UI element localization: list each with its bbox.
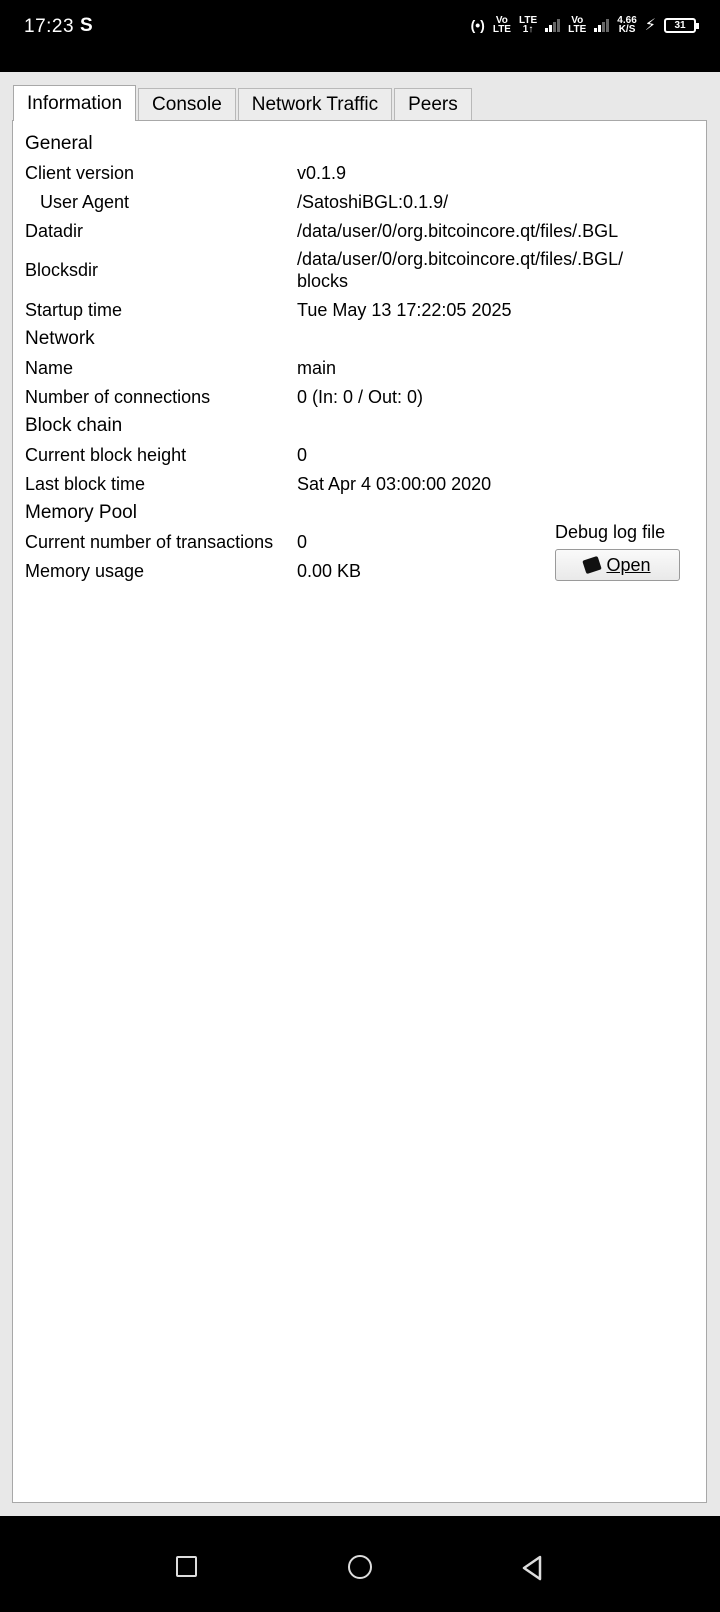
transactions-value: 0: [297, 532, 308, 552]
home-button[interactable]: [348, 1555, 372, 1579]
tab-console[interactable]: Console: [138, 88, 236, 120]
connections-value: 0 (In: 0 / Out: 0): [297, 387, 424, 407]
battery-icon: 31: [664, 17, 699, 33]
debug-window: Information Console Network Traffic Peer…: [0, 72, 720, 1516]
block-height-value: 0: [297, 445, 308, 465]
tab-network-traffic[interactable]: Network Traffic: [237, 88, 393, 120]
hotspot-icon: (•): [470, 16, 485, 33]
tab-bar: Information Console Network Traffic Peer…: [13, 85, 474, 121]
navigation-bar: [0, 1516, 720, 1612]
memory-usage-value: 0.00 KB: [297, 561, 362, 581]
tab-information[interactable]: Information: [13, 85, 137, 121]
charging-icon: ⚡: [644, 16, 656, 34]
volte-indicator-2: Vo LTE: [568, 15, 587, 35]
information-panel: General Client version v0.1.9 User Agent…: [12, 120, 707, 1503]
back-button[interactable]: [520, 1554, 544, 1582]
debug-log-label: Debug log file: [555, 522, 666, 542]
status-icons: (•) Vo LTE LTE 1↑ Vo LTE 4.66 K/S ⚡ 31: [470, 15, 699, 35]
tab-peers[interactable]: Peers: [394, 88, 472, 120]
network-name-value: main: [297, 358, 337, 378]
volte-indicator: Vo LTE: [492, 15, 511, 35]
notification-s-icon: S: [80, 15, 93, 36]
client-version-value: v0.1.9: [297, 163, 347, 183]
recents-button[interactable]: [176, 1556, 197, 1577]
open-debug-log-button[interactable]: Open: [555, 549, 680, 581]
network-speed: 4.66 K/S: [617, 15, 637, 35]
startup-time-value: Tue May 13 17:22:05 2025: [297, 300, 512, 320]
signal-icon: [545, 18, 561, 32]
datadir-value: /data/user/0/org.bitcoincore.qt/files/.B…: [297, 221, 619, 241]
status-bar: 17:23 S (•) Vo LTE LTE 1↑ Vo LTE 4.66 K/…: [0, 0, 720, 72]
lte-indicator: LTE 1↑: [518, 15, 538, 35]
folder-icon: [582, 555, 603, 575]
user-agent-value: /SatoshiBGL:0.1.9/: [297, 192, 449, 212]
signal-icon-2: [594, 18, 610, 32]
clock: 17:23: [24, 16, 75, 37]
last-block-time-value: Sat Apr 4 03:00:00 2020: [297, 474, 492, 494]
